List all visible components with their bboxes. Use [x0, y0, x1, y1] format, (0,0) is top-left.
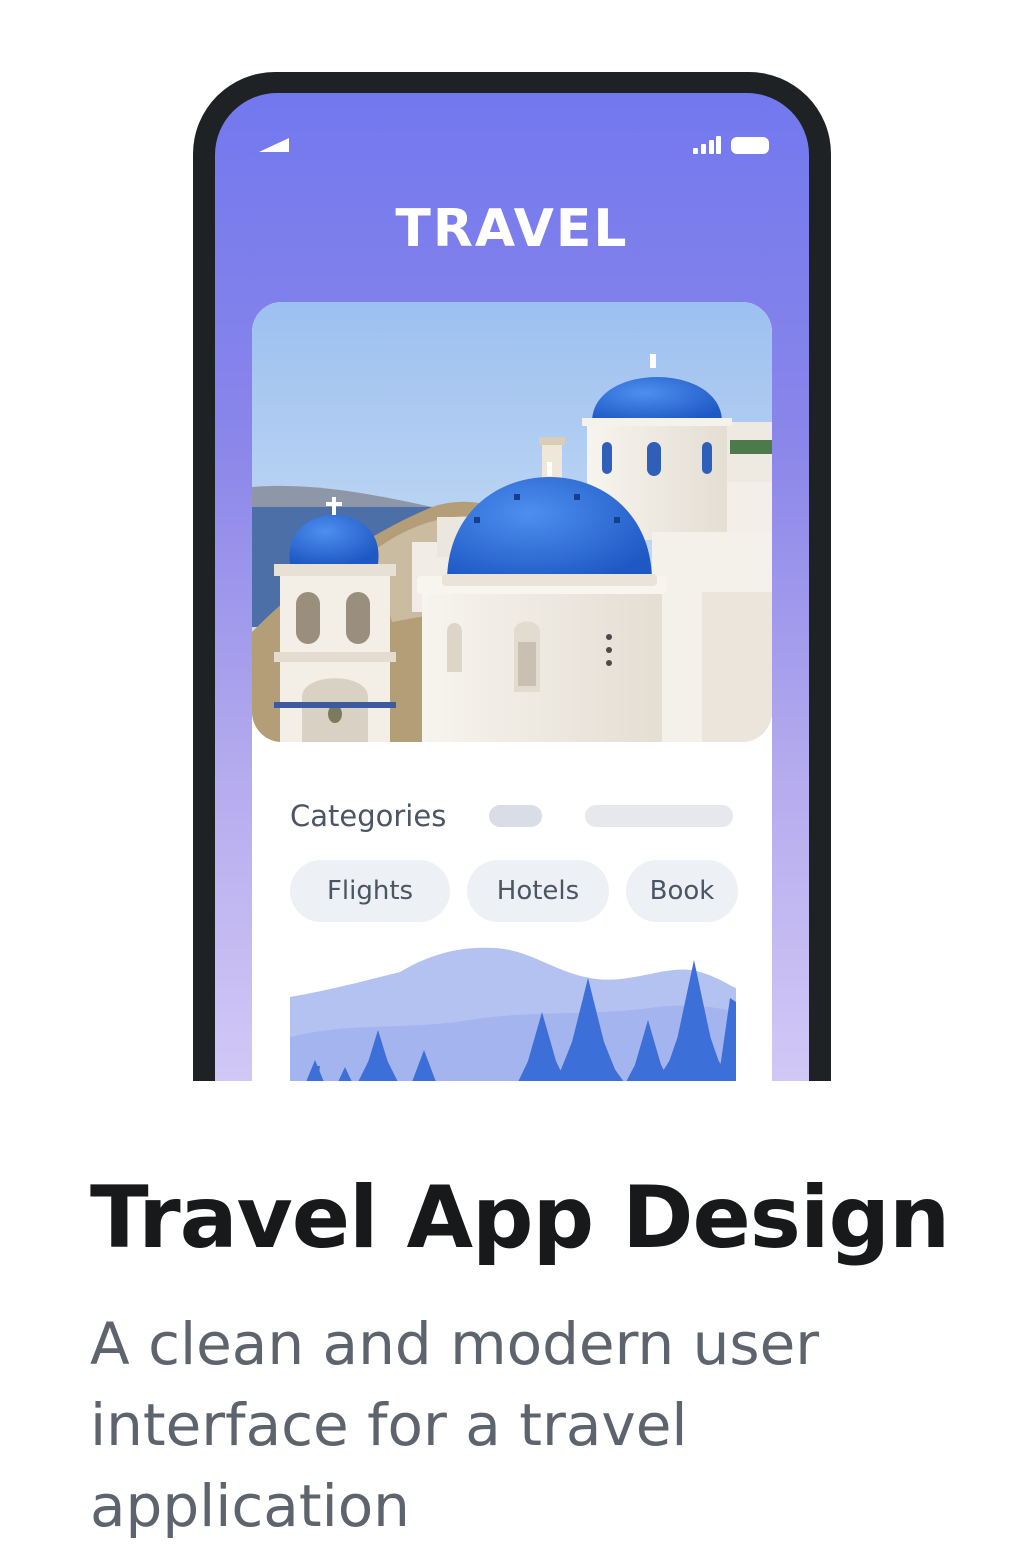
status-icons — [693, 136, 769, 154]
placeholder-pill — [489, 805, 542, 827]
cellular-signal-icon — [693, 136, 721, 154]
battery-icon — [731, 137, 769, 154]
chip-flights[interactable]: Flights — [290, 860, 450, 922]
phone-mockup: TRAVEL Categories Flights Hotels Book — [193, 72, 831, 1081]
app-title: TRAVEL — [395, 199, 629, 259]
chip-book[interactable]: Book — [626, 860, 738, 922]
chip-hotels[interactable]: Hotels — [467, 860, 609, 922]
page-subtitle: A clean and modern user interface for a … — [90, 1310, 820, 1540]
app-screen: TRAVEL Categories Flights Hotels Book — [215, 93, 809, 1081]
placeholder-bar — [585, 805, 733, 827]
santorini-blue-domes-photo[interactable] — [252, 302, 772, 742]
page-headline: Travel App Design — [90, 1168, 950, 1268]
categories-row: Categories — [290, 796, 734, 836]
destination-card[interactable]: Categories Flights Hotels Book — [252, 302, 772, 1081]
signal-wedge-icon — [259, 138, 289, 152]
mountains-and-pine-trees-illustration — [290, 947, 736, 1081]
categories-label: Categories — [290, 799, 447, 833]
